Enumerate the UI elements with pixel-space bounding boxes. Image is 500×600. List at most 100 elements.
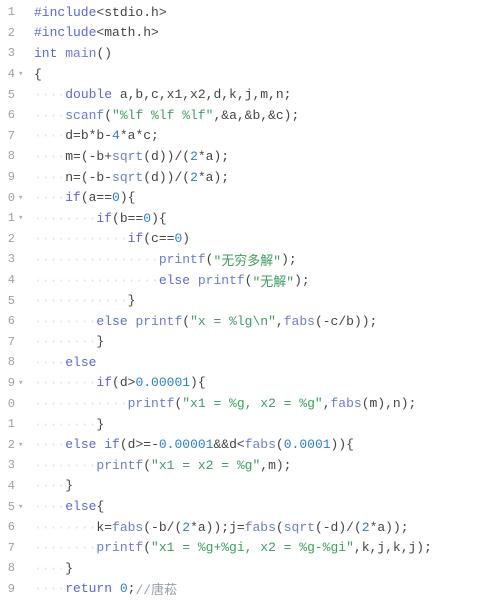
token-id: , — [276, 314, 284, 329]
code-line[interactable]: ····if(a==0){ — [34, 187, 500, 208]
token-str: "x1 = %g, x2 = %g" — [182, 396, 322, 411]
code-line[interactable]: ····else if(d>=-0.00001&&d<fabs(0.0001))… — [34, 434, 500, 455]
code-line[interactable]: ····else — [34, 352, 500, 373]
fold-toggle-icon[interactable]: ▾ — [18, 213, 26, 223]
code-line[interactable]: ····double a,b,c,x1,x2,d,k,j,m,n; — [34, 84, 500, 105]
code-line[interactable]: ····} — [34, 558, 500, 579]
token-id: { — [34, 67, 42, 82]
token-num: 0 — [112, 190, 120, 205]
token-id: n=(-b- — [65, 170, 112, 185]
token-id — [57, 46, 65, 61]
token-kw: if — [96, 375, 112, 390]
token-id — [128, 314, 136, 329]
code-line[interactable]: ····else{ — [34, 496, 500, 517]
gutter-line: 1▾ — [0, 208, 28, 229]
code-line[interactable]: ············if(c==0) — [34, 229, 500, 250]
gutter-line: 5 — [0, 290, 28, 311]
whitespace-guide: ········ — [34, 211, 96, 226]
token-id: ( — [182, 314, 190, 329]
token-fn: printf — [96, 540, 143, 555]
token-id: (-b/( — [143, 520, 182, 535]
line-number: 3 — [8, 46, 15, 60]
code-line[interactable]: ····d=b*b-4*a*c; — [34, 126, 500, 147]
gutter-line: 9 — [0, 579, 28, 600]
code-line[interactable]: { — [34, 64, 500, 85]
token-id: ( — [276, 520, 284, 535]
code-line[interactable]: ········k=fabs(-b/(2*a));j=fabs(sqrt(-d)… — [34, 517, 500, 538]
code-line[interactable]: ····scanf("%lf %lf %lf",&a,&b,&c); — [34, 105, 500, 126]
fold-toggle-icon[interactable]: ▾ — [18, 378, 26, 388]
token-cmt: //唐菘 — [135, 579, 177, 598]
fold-toggle-icon[interactable]: ▾ — [18, 502, 26, 512]
code-area[interactable]: #include<stdio.h>#include<math.h>int mai… — [28, 0, 500, 600]
token-num: 0.00001 — [159, 437, 214, 452]
gutter-line: 5 — [0, 84, 28, 105]
code-line[interactable]: #include<stdio.h> — [34, 2, 500, 23]
token-id: ){ — [190, 375, 206, 390]
code-line[interactable]: ········} — [34, 414, 500, 435]
token-num: 0 — [174, 231, 182, 246]
token-kw: if — [104, 437, 120, 452]
token-id: ,m); — [260, 458, 291, 473]
whitespace-guide: ········ — [34, 314, 96, 329]
code-line[interactable]: ················printf("无穷多解"); — [34, 249, 500, 270]
token-id: ) — [182, 231, 190, 246]
token-pp: #include — [34, 5, 96, 20]
token-id: *a); — [198, 170, 229, 185]
gutter-line: 0▾ — [0, 187, 28, 208]
code-line[interactable]: ····return 0;//唐菘 — [34, 579, 500, 600]
code-line[interactable]: ········} — [34, 332, 500, 353]
code-line[interactable]: #include<math.h> — [34, 23, 500, 44]
whitespace-guide: ···· — [34, 478, 65, 493]
fold-toggle-icon[interactable]: ▾ — [18, 193, 26, 203]
token-id: *a)); — [370, 520, 409, 535]
line-number: 3 — [8, 252, 15, 266]
token-id — [190, 273, 198, 288]
fold-toggle-icon[interactable]: ▾ — [18, 440, 26, 450]
fold-toggle-icon[interactable]: ▾ — [18, 69, 26, 79]
code-line[interactable]: ········printf("x1 = x2 = %g",m); — [34, 455, 500, 476]
token-id: )){ — [331, 437, 354, 452]
gutter-line: 3 — [0, 455, 28, 476]
line-number-gutter: 1234▾567890▾1▾23456789▾012▾345▾6789 — [0, 0, 28, 600]
code-line[interactable]: ········if(d>0.00001){ — [34, 373, 500, 394]
line-number: 1 — [8, 5, 15, 19]
token-id: } — [128, 293, 136, 308]
code-line[interactable]: ············printf("x1 = %g, x2 = %g",fa… — [34, 393, 500, 414]
code-line[interactable]: ····n=(-b-sqrt(d))/(2*a); — [34, 167, 500, 188]
whitespace-guide: ···· — [34, 170, 65, 185]
token-id: ( — [104, 108, 112, 123]
code-line[interactable]: ········else printf("x = %lg\n",fabs(-c/… — [34, 311, 500, 332]
line-number: 8 — [8, 149, 15, 163]
token-kw: else — [65, 499, 96, 514]
whitespace-guide: ············ — [34, 231, 128, 246]
code-line[interactable]: ····} — [34, 476, 500, 497]
token-id: &&d< — [213, 437, 244, 452]
token-id: ( — [174, 396, 182, 411]
line-number: 6 — [8, 520, 15, 534]
code-line[interactable]: ········if(b==0){ — [34, 208, 500, 229]
whitespace-guide: ···· — [34, 108, 65, 123]
token-id: } — [65, 561, 73, 576]
line-number: 7 — [8, 129, 15, 143]
token-id: (c== — [143, 231, 174, 246]
line-number: 0 — [8, 397, 15, 411]
code-line[interactable]: ····m=(-b+sqrt(d))/(2*a); — [34, 146, 500, 167]
gutter-line: 2 — [0, 229, 28, 250]
line-number: 9 — [8, 170, 15, 184]
gutter-line: 0 — [0, 393, 28, 414]
code-line[interactable]: int main() — [34, 43, 500, 64]
gutter-line: 2 — [0, 23, 28, 44]
token-id: (d))/( — [143, 149, 190, 164]
code-line[interactable]: ················else printf("无解"); — [34, 270, 500, 291]
token-id: ); — [294, 273, 310, 288]
whitespace-guide: ···· — [34, 355, 65, 370]
token-kw: int — [34, 46, 57, 61]
code-line[interactable]: ········printf("x1 = %g+%gi, x2 = %g-%gi… — [34, 537, 500, 558]
token-fn: sqrt — [112, 170, 143, 185]
token-id: } — [96, 417, 104, 432]
whitespace-guide: ···· — [34, 190, 65, 205]
token-id: <stdio.h> — [96, 5, 166, 20]
code-line[interactable]: ············} — [34, 290, 500, 311]
token-id: *a));j= — [190, 520, 245, 535]
